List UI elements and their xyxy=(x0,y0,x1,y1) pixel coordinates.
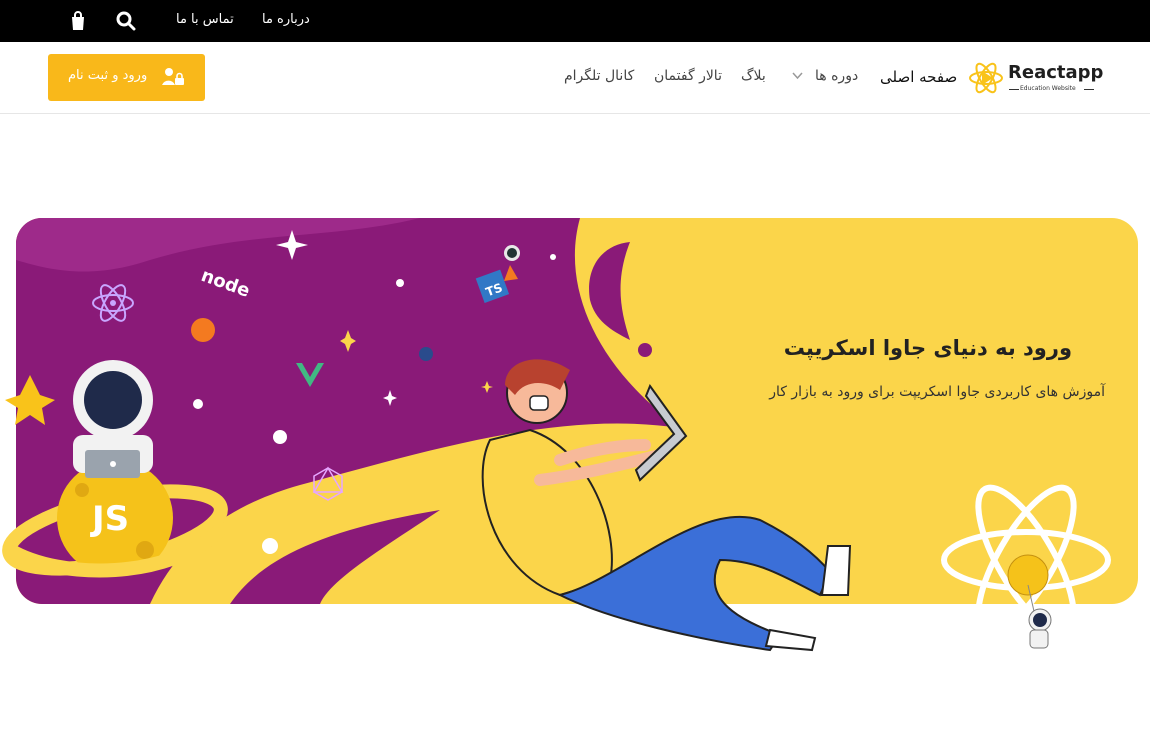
nav-home[interactable]: صفحه اصلی xyxy=(880,68,957,86)
contact-link[interactable]: تماس با ما xyxy=(176,12,234,27)
astronaut-left xyxy=(73,360,153,478)
nav-telegram[interactable]: کانال تلگرام xyxy=(564,68,634,84)
hero-subtitle: آموزش های کاربردی جاوا اسکریپت برای ورود… xyxy=(769,384,1105,400)
shopping-bag-icon[interactable] xyxy=(66,9,90,33)
js-label: JS xyxy=(90,499,129,539)
top-bar: تماس با ما درباره ما xyxy=(0,0,1150,42)
login-register-button[interactable]: ورود و ثبت نام xyxy=(48,54,205,101)
hero-title: ورود به دنیای جاوا اسکریپت xyxy=(783,336,1072,360)
nav-courses[interactable]: دوره ها xyxy=(815,68,858,84)
about-link[interactable]: درباره ما xyxy=(262,12,310,27)
nav-forum[interactable]: تالار گفتمان xyxy=(654,68,722,84)
hero-banner: node TS JS xyxy=(2,218,1138,652)
logo-tagline: Education Website xyxy=(1020,85,1076,92)
search-icon[interactable] xyxy=(114,9,138,33)
react-logo-icon xyxy=(969,62,1003,94)
logo-brand: Reactapp xyxy=(1008,62,1104,83)
login-register-label: ورود و ثبت نام xyxy=(68,68,148,83)
user-lock-icon xyxy=(162,68,184,85)
nav-blog[interactable]: بلاگ xyxy=(741,68,766,84)
site-logo[interactable]: Reactapp Education Website xyxy=(968,60,1103,98)
main-navbar: Reactapp Education Website صفحه اصلی دور… xyxy=(0,42,1150,114)
chevron-down-icon[interactable] xyxy=(792,72,803,80)
